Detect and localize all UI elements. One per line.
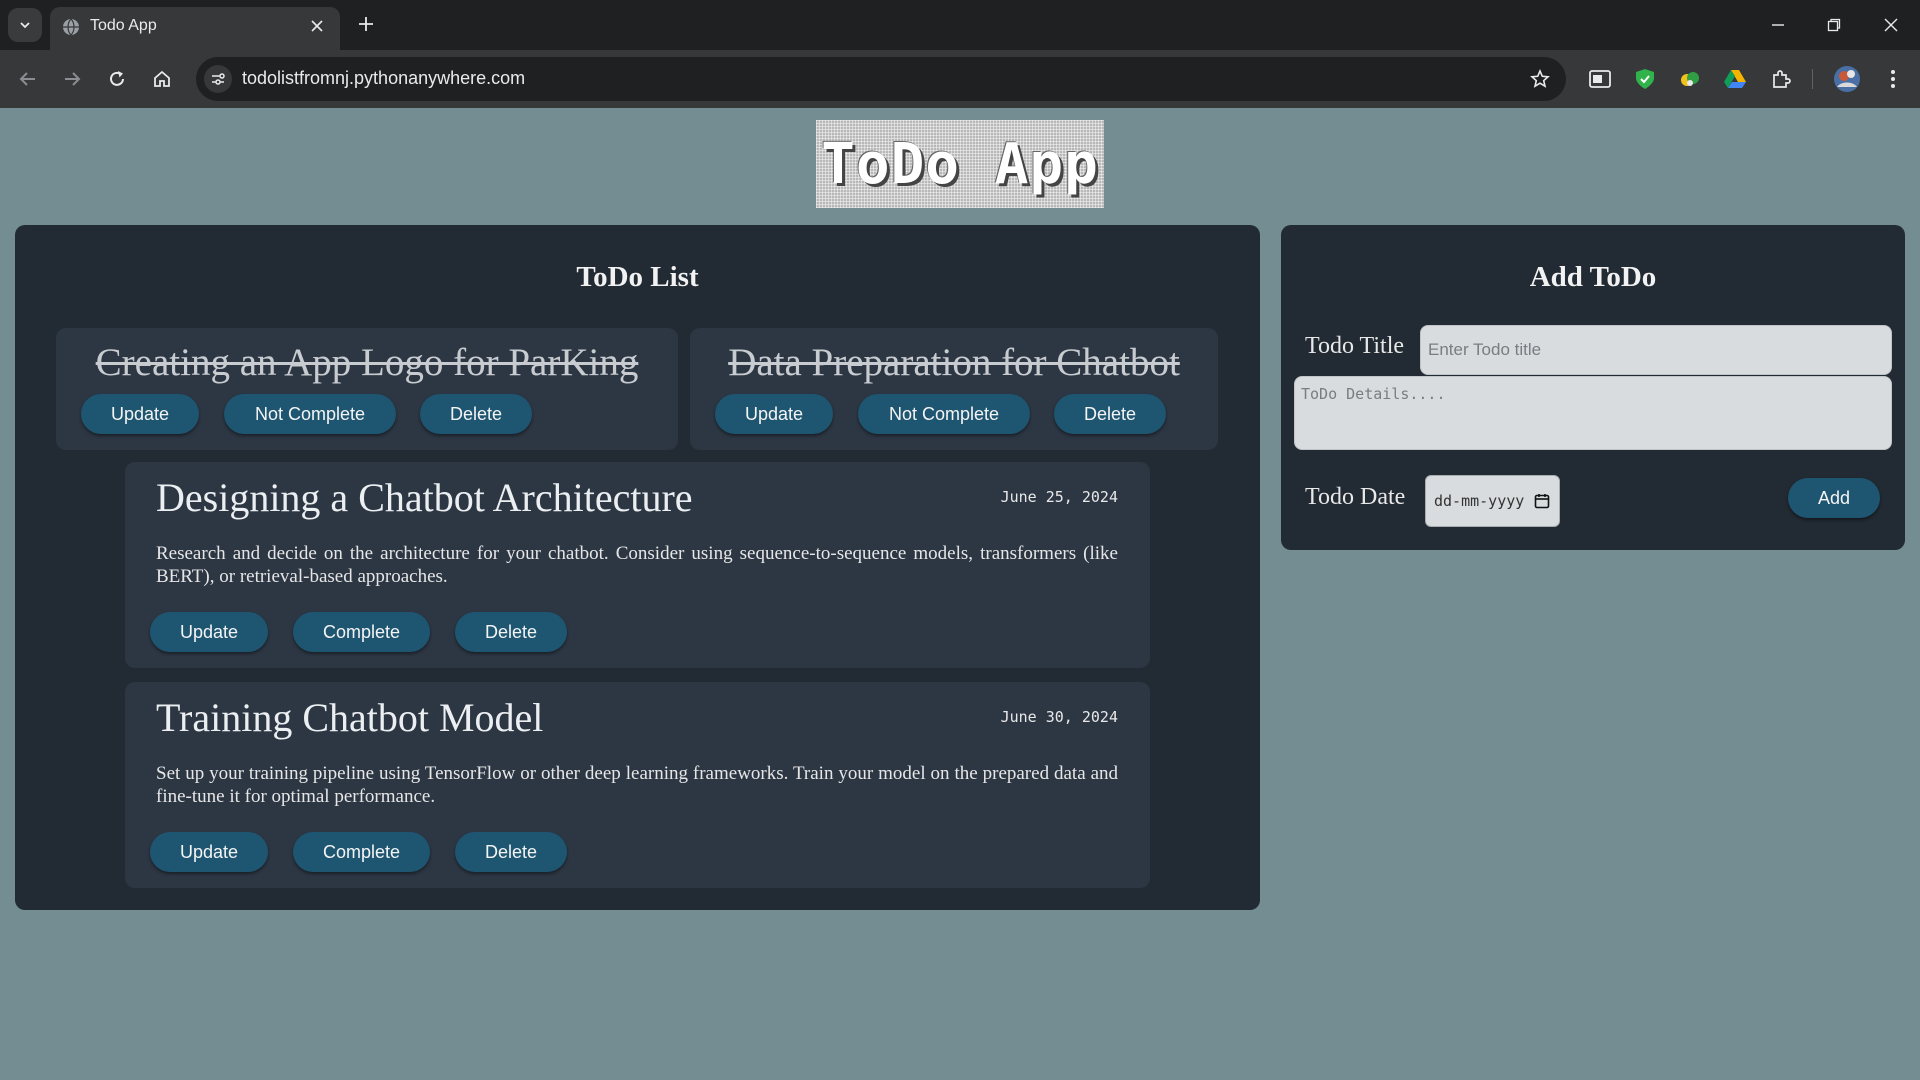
star-icon[interactable] — [1528, 67, 1552, 91]
site-settings-icon[interactable] — [204, 65, 232, 93]
completed-todo-card: Creating an App Logo for ParKing Update … — [56, 328, 678, 450]
todo-date-label: Todo Date — [1305, 484, 1406, 510]
update-button[interactable]: Update — [81, 394, 199, 434]
todo-title-input[interactable] — [1420, 325, 1892, 375]
browser-tab-bar: Todo App — [0, 0, 1920, 50]
update-button[interactable]: Update — [150, 612, 268, 652]
globe-icon — [63, 18, 79, 36]
more-menu-icon[interactable] — [1879, 65, 1907, 93]
shield-extension-icon[interactable] — [1631, 65, 1659, 93]
todo-list-panel: ToDo List Creating an App Logo for ParKi… — [15, 225, 1260, 910]
not-complete-button[interactable]: Not Complete — [224, 394, 396, 434]
date-placeholder: dd-mm-yyyy — [1434, 492, 1525, 510]
delete-button[interactable]: Delete — [420, 394, 532, 434]
update-button[interactable]: Update — [715, 394, 833, 434]
todo-card: Training Chatbot Model June 30, 2024 Set… — [125, 682, 1150, 888]
browser-toolbar: todolistfromnj.pythonanywhere.com — [0, 50, 1920, 108]
browser-tab[interactable]: Todo App — [50, 7, 340, 50]
todo-date-input[interactable]: dd-mm-yyyy — [1425, 475, 1560, 527]
todo-date: June 30, 2024 — [1000, 708, 1118, 726]
grammar-extension-icon[interactable] — [1676, 65, 1704, 93]
picture-in-picture-icon[interactable] — [1586, 65, 1614, 93]
update-button[interactable]: Update — [150, 832, 268, 872]
app-logo: ToDo App — [816, 120, 1104, 208]
close-window-icon[interactable] — [1878, 12, 1904, 38]
restore-icon[interactable] — [1821, 12, 1847, 38]
todo-title-label: Todo Title — [1305, 333, 1405, 359]
not-complete-button[interactable]: Not Complete — [858, 394, 1030, 434]
complete-button[interactable]: Complete — [293, 612, 430, 652]
todo-description: Research and decide on the architecture … — [156, 543, 1118, 587]
todo-date: June 25, 2024 — [1000, 488, 1118, 506]
delete-button[interactable]: Delete — [1054, 394, 1166, 434]
tab-search-icon[interactable] — [8, 8, 42, 42]
logo-text: ToDo App — [821, 131, 1099, 197]
google-drive-icon[interactable] — [1721, 65, 1749, 93]
todo-title: Designing a Chatbot Architecture — [156, 475, 693, 520]
minimize-icon[interactable] — [1765, 12, 1791, 38]
add-button[interactable]: Add — [1788, 478, 1880, 518]
add-todo-heading: Add ToDo — [1529, 261, 1657, 293]
todo-description: Set up your training pipeline using Tens… — [156, 763, 1118, 807]
todo-list-heading: ToDo List — [576, 261, 699, 293]
todo-details-input[interactable] — [1294, 376, 1892, 450]
extensions-icon[interactable] — [1767, 65, 1795, 93]
close-icon[interactable] — [308, 17, 326, 35]
tab-title: Todo App — [90, 17, 157, 34]
url-text: todolistfromnj.pythonanywhere.com — [242, 68, 526, 88]
todo-card: Designing a Chatbot Architecture June 25… — [125, 462, 1150, 668]
completed-todo-title: Creating an App Logo for ParKing — [95, 341, 639, 384]
toolbar-divider — [1812, 69, 1813, 89]
home-icon[interactable] — [148, 65, 176, 93]
profile-avatar-icon[interactable] — [1833, 65, 1861, 93]
reload-icon[interactable] — [103, 65, 131, 93]
completed-todo-title: Data Preparation for Chatbot — [728, 341, 1180, 384]
completed-todo-card: Data Preparation for Chatbot Update Not … — [690, 328, 1218, 450]
forward-icon[interactable] — [58, 65, 86, 93]
delete-button[interactable]: Delete — [455, 832, 567, 872]
todo-title: Training Chatbot Model — [156, 695, 544, 740]
calendar-icon[interactable] — [1534, 493, 1550, 509]
complete-button[interactable]: Complete — [293, 832, 430, 872]
plus-icon[interactable] — [354, 12, 378, 36]
delete-button[interactable]: Delete — [455, 612, 567, 652]
address-bar[interactable]: todolistfromnj.pythonanywhere.com — [196, 57, 1566, 101]
back-icon[interactable] — [14, 65, 42, 93]
